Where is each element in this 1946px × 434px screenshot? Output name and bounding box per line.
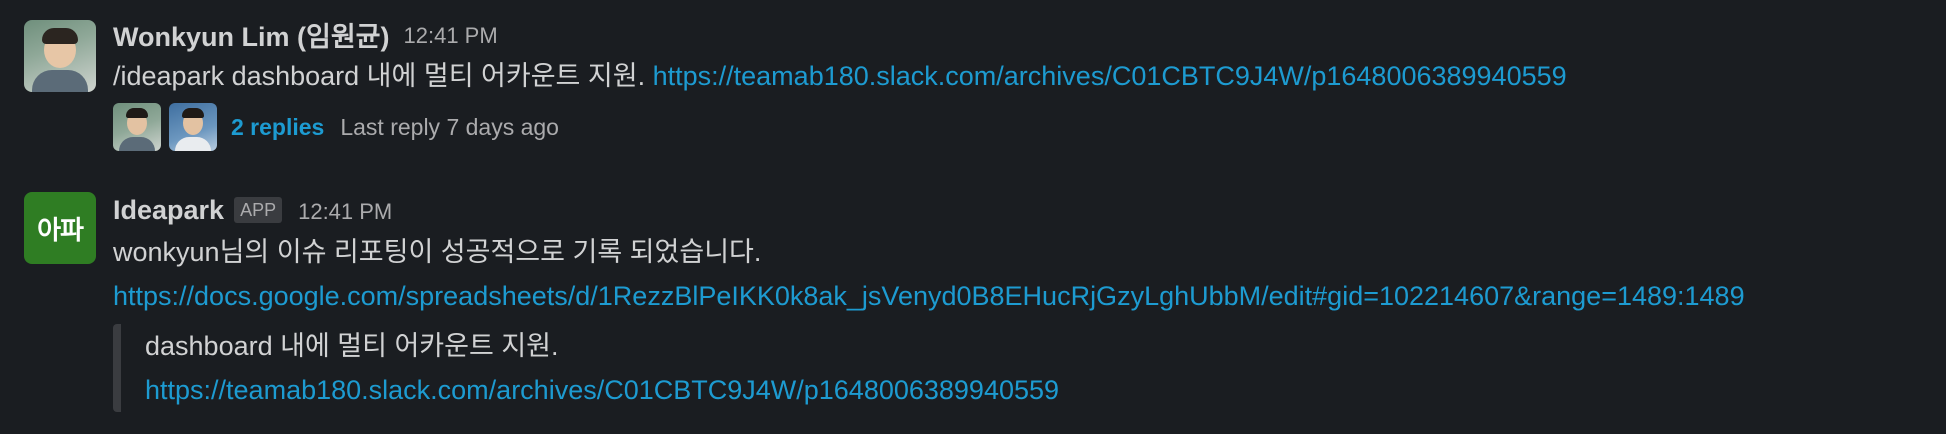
sender-avatar[interactable] [24, 20, 96, 92]
message-body: /ideapark dashboard 내에 멀티 어카운트 지원. https… [113, 54, 1946, 98]
message-content: Wonkyun Lim (임원균) 12:41 PM /ideapark das… [113, 14, 1946, 154]
message-link[interactable]: https://docs.google.com/spreadsheets/d/1… [113, 281, 1745, 311]
message-timestamp[interactable]: 12:41 PM [404, 23, 498, 49]
message-link[interactable]: https://teamab180.slack.com/archives/C01… [653, 61, 1567, 91]
attachment-text: dashboard 내에 멀티 어카운트 지원. [145, 331, 559, 361]
avatar-hair-shape [42, 28, 78, 44]
app-badge: APP [234, 197, 283, 223]
reply-count-link[interactable]: 2 replies [231, 114, 324, 141]
thread-summary[interactable]: 2 replies Last reply 7 days ago [113, 100, 1946, 154]
app-avatar-text: 아파 [37, 215, 84, 246]
sender-name[interactable]: Wonkyun Lim (임원균) [113, 15, 390, 54]
message-text: wonkyun님의 이슈 리포팅이 성공적으로 기록 되었습니다. [113, 237, 762, 267]
message-body-link-line: https://docs.google.com/spreadsheets/d/1… [113, 274, 1946, 318]
reply-avatar [169, 103, 217, 151]
attachment-link-line: https://teamab180.slack.com/archives/C01… [145, 368, 1946, 412]
message: 아파 Ideapark APP 12:41 PM wonkyun님의 이슈 리포… [0, 176, 1946, 434]
reply-avatar-hair-shape [182, 108, 204, 118]
reply-avatar-body-shape [175, 137, 211, 151]
reply-avatar-body-shape [119, 137, 155, 151]
attachment-quote: dashboard 내에 멀티 어카운트 지원. https://teamab1… [113, 324, 1946, 412]
message-list: Wonkyun Lim (임원균) 12:41 PM /ideapark das… [0, 0, 1946, 434]
avatar-body-shape [32, 70, 88, 92]
message-header: Ideapark APP 12:41 PM [113, 190, 1946, 230]
app-avatar[interactable]: 아파 [24, 192, 96, 264]
message-content: Ideapark APP 12:41 PM wonkyun님의 이슈 리포팅이 … [113, 190, 1946, 412]
attachment-link[interactable]: https://teamab180.slack.com/archives/C01… [145, 375, 1059, 405]
message-header: Wonkyun Lim (임원균) 12:41 PM [113, 14, 1946, 54]
message: Wonkyun Lim (임원균) 12:41 PM /ideapark das… [0, 0, 1946, 175]
reply-avatar-hair-shape [126, 108, 148, 118]
message-text: /ideapark dashboard 내에 멀티 어카운트 지원. [113, 61, 646, 91]
reply-avatar [113, 103, 161, 151]
message-timestamp[interactable]: 12:41 PM [298, 199, 392, 225]
sender-name[interactable]: Ideapark [113, 195, 224, 226]
last-reply-time: Last reply 7 days ago [340, 113, 559, 140]
